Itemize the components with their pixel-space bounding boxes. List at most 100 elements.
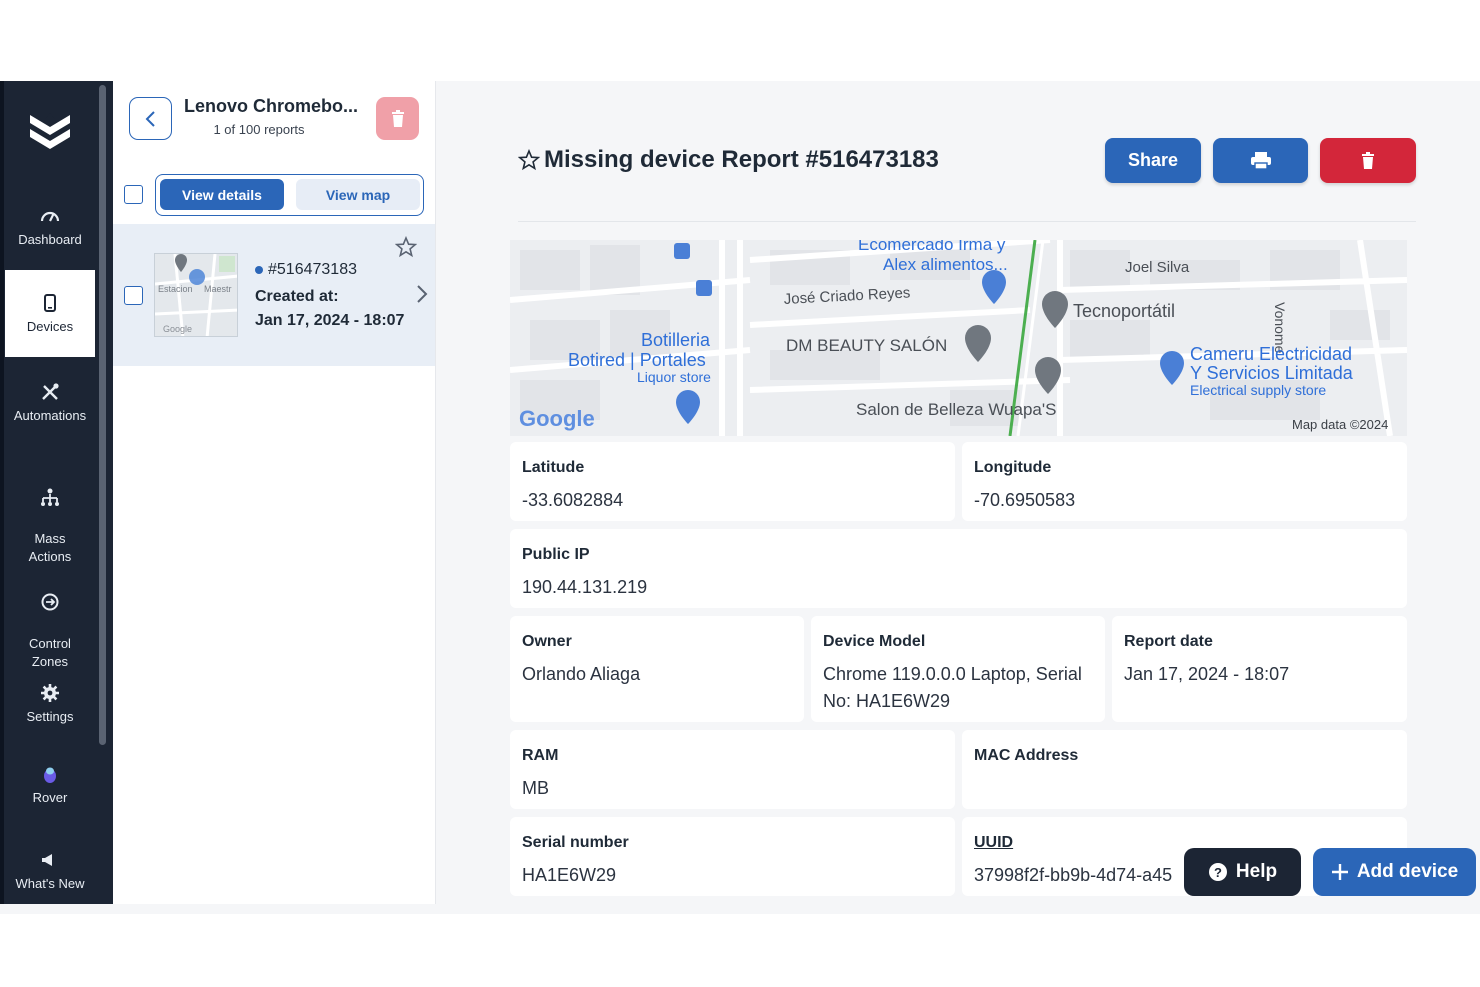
map-label: Salon de Belleza Wuapa'S: [856, 400, 1056, 419]
title-row: Missing device Report #516473183: [518, 146, 939, 174]
map-label: Botilleria: [641, 330, 711, 350]
sidebar-item-label: Automations: [13, 408, 87, 423]
trash-icon: [1362, 151, 1374, 169]
device-name: Lenovo Chromebo...: [184, 96, 359, 116]
created-label: Created at:: [255, 288, 339, 305]
map-label: Tecnoportátil: [1073, 301, 1175, 321]
add-device-button[interactable]: Add device: [1313, 848, 1476, 896]
mac-address-card: MAC Address: [962, 730, 1407, 809]
page-title: Missing device Report #516473183: [544, 146, 939, 173]
latitude-card: Latitude -33.6082884: [510, 442, 955, 521]
sidebar-item-label: Mass Actions: [28, 531, 72, 564]
public-ip-label: Public IP: [522, 546, 590, 563]
back-button[interactable]: [129, 97, 172, 140]
owner-value: Orlando Aliaga: [522, 664, 641, 684]
sidebar-item-automations[interactable]: Automations: [5, 381, 95, 425]
help-icon: ?: [1208, 863, 1227, 881]
latitude-label: Latitude: [522, 459, 585, 476]
created-date: Jan 17, 2024 - 18:07: [255, 312, 405, 329]
longitude-label: Longitude: [974, 459, 1052, 476]
sidebar-item-label: Devices: [26, 319, 74, 334]
latitude-value: -33.6082884: [522, 490, 624, 510]
brand-logo-icon[interactable]: [22, 107, 78, 159]
report-date-value: Jan 17, 2024 - 18:07: [1124, 664, 1290, 684]
gear-icon: [41, 684, 59, 702]
mac-address-label: MAC Address: [974, 747, 1079, 764]
sidebar-item-dashboard[interactable]: Dashboard: [5, 205, 95, 249]
hierarchy-icon: [41, 488, 59, 506]
report-list-item[interactable]: Estacion Maestr Google #516473183 Create…: [113, 224, 435, 366]
uuid-value: 37998f2f-bb9b-4d74-a45: [974, 865, 1173, 885]
divider: [518, 221, 1416, 222]
sidebar-item-label: Dashboard: [18, 232, 82, 247]
thumb-label: Estacion: [158, 284, 193, 294]
select-all-checkbox[interactable]: [124, 185, 143, 204]
star-icon[interactable]: [518, 149, 540, 171]
map-label: Alex alimentos...: [883, 255, 1008, 274]
sidebar-item-label: What's New: [15, 876, 85, 891]
svg-text:?: ?: [1214, 865, 1222, 880]
view-details-tab[interactable]: View details: [160, 179, 284, 210]
delete-report-button[interactable]: [1320, 138, 1416, 183]
delete-reports-button[interactable]: [376, 97, 419, 140]
map-label: Ecomercado Irma y: [858, 240, 1006, 254]
device-model-card: Device Model Chrome 119.0.0.0 Laptop, Se…: [811, 616, 1105, 722]
ram-value: MB: [522, 778, 549, 798]
map-label: Liquor store: [637, 369, 711, 385]
rover-icon: [44, 767, 56, 783]
sidebar-item-devices[interactable]: Devices: [5, 270, 95, 357]
ram-card: RAM MB: [510, 730, 955, 809]
longitude-value: -70.6950583: [974, 490, 1076, 510]
view-toggle: View details View map: [155, 174, 424, 216]
megaphone-icon: [42, 854, 52, 866]
tools-icon: [42, 383, 59, 400]
chevron-right-icon[interactable]: [414, 282, 430, 306]
report-date-label: Report date: [1124, 633, 1213, 650]
print-button[interactable]: [1213, 138, 1308, 183]
sidebar: Dashboard Devices Automations Mass Actio…: [0, 81, 113, 904]
map-thumbnail-graphic: Estacion Maestr Google: [155, 254, 237, 336]
trash-icon: [391, 109, 404, 127]
google-logo: Google: [519, 406, 595, 431]
sidebar-item-label: Rover: [32, 790, 68, 805]
sidebar-item-rover[interactable]: Rover: [5, 763, 95, 807]
device-model-value: Chrome 119.0.0.0 Laptop, Serial No: HA1E…: [823, 664, 1082, 711]
map-label: Joel Silva: [1125, 259, 1190, 276]
chevron-left-icon: [145, 110, 155, 127]
view-map-tab[interactable]: View map: [296, 179, 420, 210]
thumb-label: Maestr: [204, 284, 232, 294]
location-map[interactable]: Ecomercado Irma y Alex alimentos... Joel…: [510, 240, 1407, 436]
share-button[interactable]: Share: [1105, 138, 1201, 183]
thumb-brand: Google: [163, 324, 192, 334]
report-date-card: Report date Jan 17, 2024 - 18:07: [1112, 616, 1407, 722]
sidebar-item-whats-new[interactable]: What's New: [5, 849, 95, 893]
report-count: 1 of 100 reports: [213, 122, 305, 137]
report-checkbox[interactable]: [124, 286, 143, 305]
device-model-label: Device Model: [823, 633, 926, 650]
public-ip-value: 190.44.131.219: [522, 577, 648, 597]
report-id-text: #516473183: [268, 261, 357, 278]
map-label: Y Servicios Limitada: [1190, 363, 1354, 383]
sidebar-scrollbar[interactable]: [99, 85, 106, 745]
plus-icon: [1331, 864, 1348, 880]
sidebar-item-control-zones[interactable]: Control Zones: [5, 573, 95, 671]
map-thumbnail: Estacion Maestr Google: [154, 253, 238, 337]
sidebar-item-settings[interactable]: Settings: [5, 682, 95, 726]
map-graphic: Ecomercado Irma y Alex alimentos... Joel…: [510, 240, 1407, 436]
report-detail: Missing device Report #516473183 Share E…: [437, 81, 1480, 914]
serial-number-value: HA1E6W29: [522, 865, 617, 885]
serial-number-label: Serial number: [522, 834, 629, 851]
app-frame: Dashboard Devices Automations Mass Actio…: [0, 81, 1480, 914]
zone-icon: [41, 593, 59, 611]
gauge-icon: [40, 211, 60, 222]
sidebar-item-label: Settings: [26, 709, 74, 724]
help-button[interactable]: ? Help: [1184, 848, 1301, 896]
map-label: Botired | Portales: [568, 350, 706, 370]
status-dot: [255, 265, 263, 274]
star-icon[interactable]: [395, 236, 417, 258]
share-label: Share: [1127, 150, 1179, 170]
add-device-label: Add device: [1356, 861, 1459, 882]
sidebar-item-label: Control Zones: [29, 636, 71, 669]
sidebar-item-mass-actions[interactable]: Mass Actions: [5, 468, 95, 566]
map-label: Electrical supply store: [1190, 382, 1326, 398]
